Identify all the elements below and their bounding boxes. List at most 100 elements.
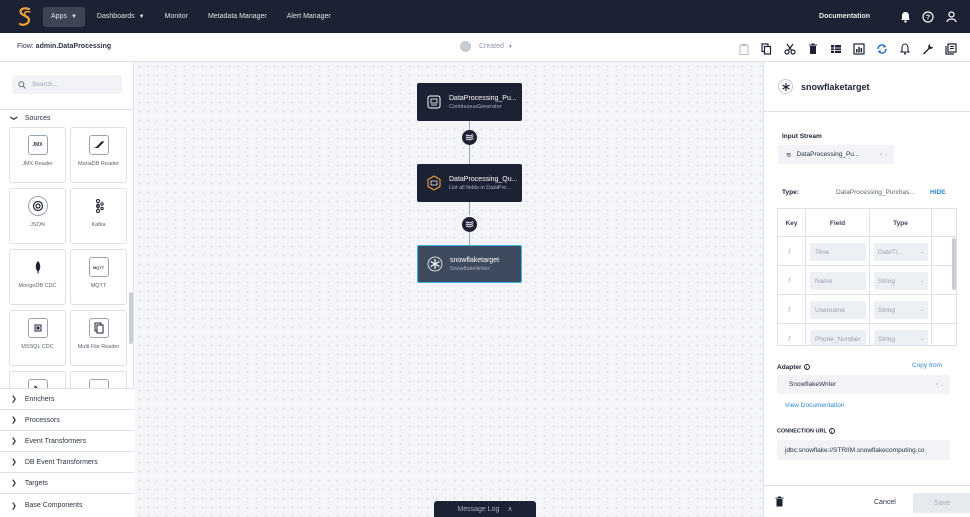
clear-chevron-icon: × ⌄ — [935, 381, 945, 388]
clipboard-icon[interactable] — [736, 41, 751, 56]
table-row: ⚷ Name String ⌄ — [777, 266, 957, 295]
stream-icon[interactable] — [462, 217, 477, 232]
svg-text:?: ? — [926, 14, 930, 21]
section-sources[interactable]: ❯ Sources — [0, 109, 134, 126]
info-icon[interactable]: i — [828, 428, 835, 434]
generator-icon — [426, 94, 442, 110]
adapter-select[interactable]: SnowflakeWriter × ⌄ — [777, 375, 950, 394]
source-card-jmx[interactable]: JMX JMX Reader — [9, 127, 66, 183]
copy-from-link[interactable]: Copy from — [912, 362, 942, 369]
nav-dashboards[interactable]: Dashboards ▼ — [89, 7, 153, 27]
key-cell[interactable]: ⚷ — [777, 324, 805, 345]
flow-node-generator[interactable]: DataProcessing_Pu... ContinuousGenerator — [417, 83, 522, 121]
snowflake-icon — [427, 256, 443, 272]
view-documentation-link[interactable]: View Documentation — [785, 402, 845, 409]
sidebar-scrollbar[interactable] — [129, 292, 133, 344]
source-card-mongodb[interactable]: MongoDB CDC — [9, 249, 66, 305]
striim-logo-icon[interactable] — [17, 6, 33, 28]
flow-canvas[interactable]: DataProcessing_Pu... ContinuousGenerator… — [135, 62, 763, 517]
trash-icon[interactable] — [775, 496, 784, 507]
source-card-multi-file[interactable]: Multi File Reader — [70, 310, 127, 366]
field-name-input[interactable]: Time — [810, 243, 866, 261]
chart-icon[interactable] — [851, 41, 866, 56]
nav-alert-manager[interactable]: Alert Manager — [279, 7, 339, 27]
type-cell: DateTi... ⌄ — [869, 237, 931, 266]
connector-line — [469, 232, 470, 245]
source-card-mqtt[interactable]: MQTT MQTT — [70, 249, 127, 305]
bell-icon[interactable] — [898, 10, 912, 24]
key-cell[interactable]: ⚷ — [777, 295, 805, 324]
scissors-icon[interactable] — [782, 41, 797, 56]
category-enrichers[interactable]: ❯ Enrichers — [0, 388, 134, 409]
cancel-button[interactable]: Cancel — [874, 499, 896, 506]
info-icon[interactable]: i — [803, 364, 810, 371]
flow-status[interactable]: Created ▼ — [460, 41, 513, 52]
action-cell — [931, 324, 957, 345]
source-card-json[interactable]: JSON — [9, 188, 66, 244]
flow-node-query[interactable]: DataProcessing_Qu... List all fields in … — [417, 164, 522, 202]
nav-metadata-manager[interactable]: Metadata Manager — [200, 7, 275, 27]
table-scrollbar[interactable] — [952, 238, 956, 290]
card-label: MongoDB CDC — [18, 283, 57, 289]
source-card-mssql[interactable]: MSSQL CDC — [9, 310, 66, 366]
flow-node-snowflaketarget[interactable]: snowflaketarget SnowflakeWriter — [417, 245, 522, 283]
category-base-components[interactable]: ❯ Base Components — [0, 493, 134, 517]
documentation-link[interactable]: Documentation — [819, 13, 870, 20]
category-targets[interactable]: ❯ Targets — [0, 472, 134, 493]
hide-link[interactable]: HIDE — [930, 189, 946, 196]
flow-name: admin.DataProcessing — [35, 43, 112, 50]
nav-monitor[interactable]: Monitor — [157, 7, 196, 27]
type-select[interactable]: String ⌄ — [874, 301, 928, 319]
connection-url-input[interactable]: jdbc:snowflake://STRIIM.snowflakecomputi… — [777, 440, 950, 460]
save-button[interactable]: Save — [913, 493, 970, 513]
search-input[interactable]: Search... — [12, 75, 122, 94]
search-icon — [18, 80, 26, 89]
type-select[interactable]: String ⌄ — [874, 272, 928, 290]
field-name-input[interactable]: Username — [810, 301, 866, 319]
key-cell[interactable]: ⚷ — [777, 266, 805, 295]
category-processors[interactable]: ❯ Processors — [0, 409, 134, 430]
card-label: MariaDB Reader — [78, 161, 119, 167]
column-header-blank — [931, 209, 957, 238]
copy-icon[interactable] — [759, 41, 774, 56]
wrench-icon[interactable] — [920, 41, 935, 56]
export-icon[interactable] — [943, 41, 958, 56]
connector-line — [469, 202, 470, 215]
table-icon[interactable] — [828, 41, 843, 56]
alert-icon[interactable] — [897, 41, 912, 56]
nav-monitor-label: Monitor — [164, 13, 188, 20]
source-card-mariadb[interactable]: MariaDB Reader — [70, 127, 127, 183]
type-select[interactable]: String ⌄ — [874, 330, 928, 345]
column-header-field: Field — [805, 209, 869, 238]
input-stream-select[interactable]: ≋ DataProcessing_Pu... × ⌄ — [778, 145, 894, 164]
help-icon[interactable]: ? — [921, 10, 935, 24]
delete-icon[interactable] — [805, 41, 820, 56]
key-cell[interactable]: ⚷ — [777, 237, 805, 266]
category-label: Base Components — [24, 502, 83, 509]
category-event-transformers[interactable]: ❯ Event Transformers — [0, 430, 134, 451]
type-value: String — [878, 306, 895, 314]
user-icon[interactable] — [944, 10, 958, 24]
chevron-right-icon: ❯ — [11, 438, 17, 445]
panel-header: snowflaketarget — [778, 79, 870, 94]
stream-icon[interactable] — [462, 130, 477, 145]
type-select[interactable]: DateTi... ⌄ — [874, 243, 928, 261]
field-name-input[interactable]: Name — [810, 272, 866, 290]
field-cell: Username — [805, 295, 869, 324]
category-db-event-transformers[interactable]: ❯ DB Event Transformers — [0, 451, 134, 472]
card-label: JSON — [30, 222, 45, 228]
nav-apps[interactable]: Apps ▼ — [43, 6, 85, 27]
node-title: DataProcessing_Pu... — [449, 94, 517, 102]
type-cell: String ⌄ — [869, 324, 931, 345]
component-sidebar: Search... ❯ Sources JMX JMX Reader Maria… — [0, 62, 134, 517]
source-card-kafka[interactable]: Kafka — [70, 188, 127, 244]
chevron-down-icon: ⌄ — [919, 307, 924, 313]
panel-footer: Cancel Save — [764, 485, 970, 517]
field-name-input[interactable]: Phone_Number — [810, 330, 866, 345]
snowflake-icon — [778, 79, 793, 94]
top-navigation: Apps ▼ Dashboards ▼ Monitor Metadata Man… — [0, 0, 970, 33]
type-value: String — [878, 277, 895, 285]
key-icon: ⚷ — [787, 307, 792, 313]
sync-icon[interactable] — [874, 41, 889, 56]
message-log-toggle[interactable]: Message Log ∧ — [434, 501, 536, 517]
